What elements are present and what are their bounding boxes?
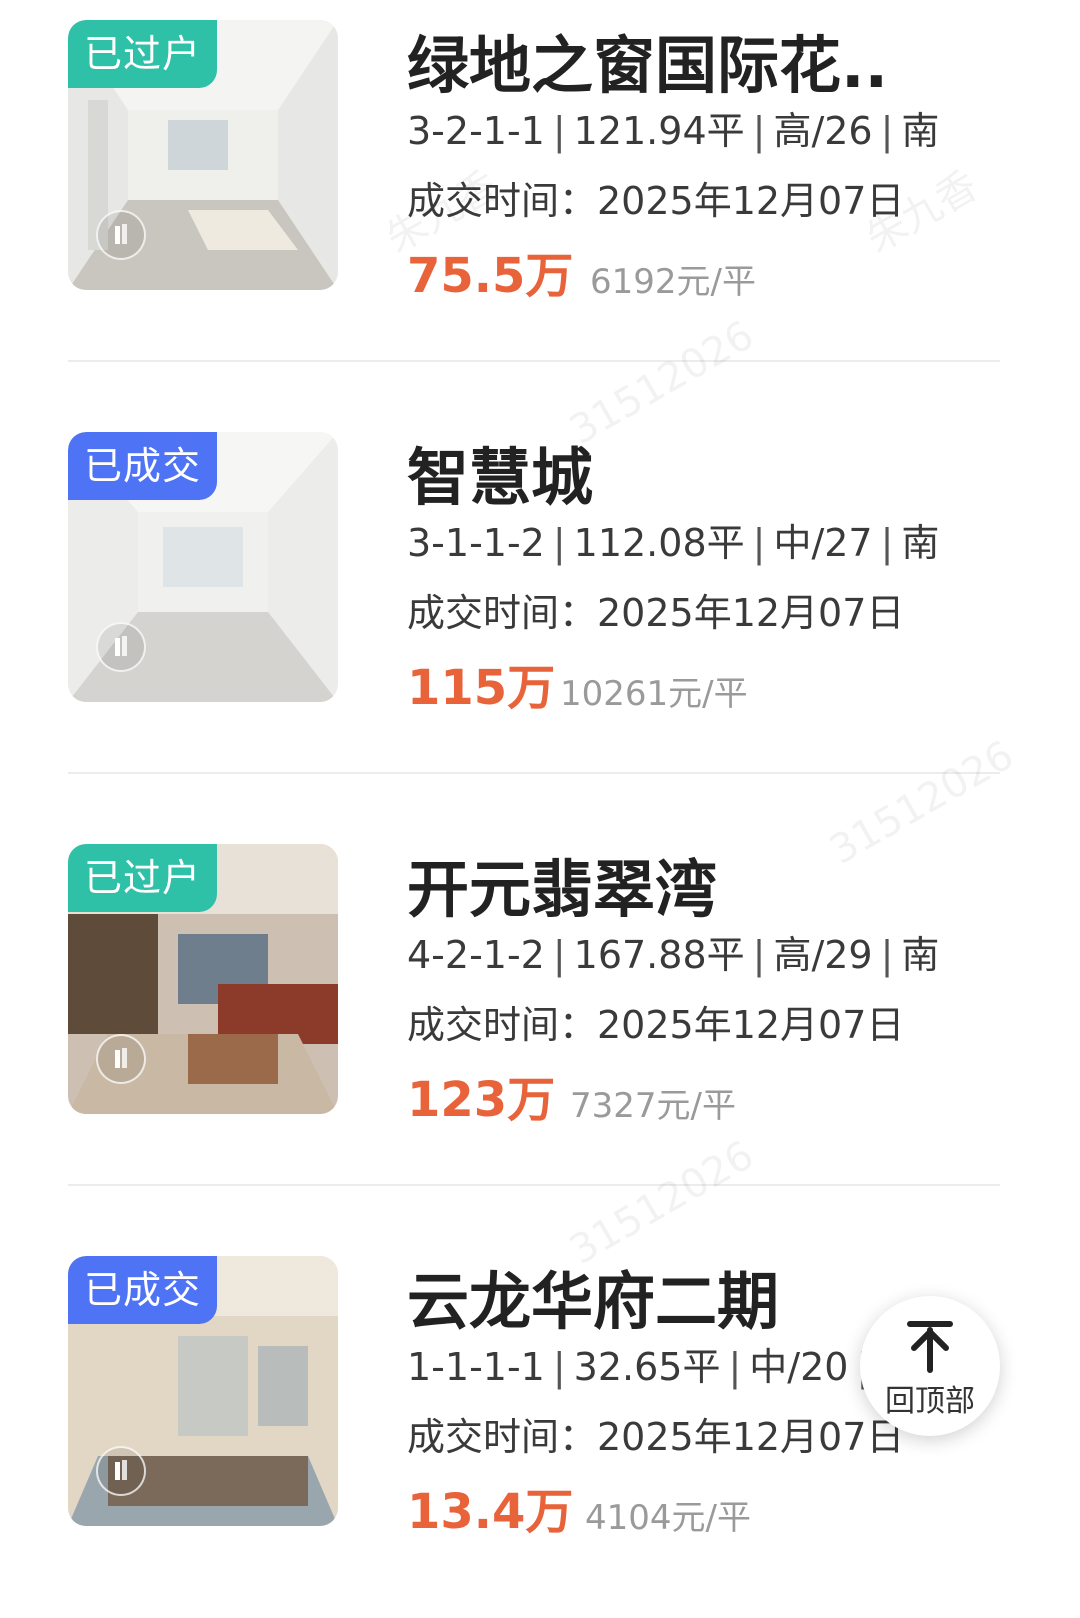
status-badge: 已过户 [68,844,218,912]
status-badge: 已成交 [68,1256,218,1324]
listing-item[interactable]: 已过户 绿地之窗国际花.. 3-2-1-1 | 121.94平 | 高/26 | 南 成交时… [0,20,1080,382]
listing-item[interactable]: 已成交 智慧城 3-1-1-2 | 112.08平 | 中/27 | 南 成交时间：2025… [0,432,1080,794]
separator: | [728,1345,742,1389]
orientation: 南 [901,933,940,977]
listing-photo[interactable]: 已过户 [68,844,338,1114]
total-price: 123万 [407,1072,556,1128]
area: 167.88平 [573,933,745,977]
separator: | [752,109,766,153]
listing-specs: 3-2-1-1 | 121.94平 | 高/26 | 南 [407,108,939,154]
separator: | [880,933,894,977]
orientation: 南 [901,521,940,565]
separator: | [752,521,766,565]
separator: | [552,933,566,977]
arrow-up-icon [907,1321,953,1373]
area: 121.94平 [573,109,745,153]
separator: | [552,1345,566,1389]
separator: | [552,521,566,565]
separator: | [880,109,894,153]
community-name[interactable]: 开元翡翠湾 [407,854,717,926]
unit-price: 10261元/平 [560,674,748,714]
listing-item[interactable]: 已过户 开元翡翠湾 4-2-1-2 | 167.88平 | 高/29 | 南 成交时间：20… [0,844,1080,1206]
unit-price: 6192元/平 [590,262,756,302]
listing-specs: 1-1-1-1|32.65平|中/20| [407,1344,877,1390]
total-price: 75.5万 [407,248,574,304]
divider [68,360,1000,362]
vr-icon[interactable] [96,210,146,260]
listing-specs: 4-2-1-2 | 167.88平 | 高/29 | 南 [407,932,939,978]
room-layout: 3-2-1-1 [407,109,545,153]
total-price: 115万 [407,660,556,716]
floor: 中/20 [749,1345,849,1389]
deal-time: 成交时间：2025年12月07日 [407,591,905,635]
floor: 高/26 [773,109,873,153]
room-layout: 3-1-1-2 [407,521,545,565]
back-to-top-button[interactable]: 回顶部 [860,1296,1000,1436]
deal-time: 成交时间：2025年12月07日 [407,179,905,223]
listing-photo[interactable]: 已成交 [68,1256,338,1526]
vr-icon[interactable] [96,1034,146,1084]
community-name[interactable]: 绿地之窗国际花.. [407,30,888,102]
area: 32.65平 [573,1345,721,1389]
orientation: 南 [901,109,940,153]
separator: | [552,109,566,153]
status-badge: 已过户 [68,20,218,88]
status-badge: 已成交 [68,432,218,500]
floor: 高/29 [773,933,873,977]
area: 112.08平 [573,521,745,565]
floor: 中/27 [773,521,873,565]
back-to-top-label: 回顶部 [885,1384,975,1419]
vr-icon[interactable] [96,1446,146,1496]
separator: | [752,933,766,977]
listing-photo[interactable]: 已过户 [68,20,338,290]
room-layout: 1-1-1-1 [407,1345,545,1389]
vr-icon[interactable] [96,622,146,672]
total-price: 13.4万 [407,1484,574,1540]
listing-specs: 3-1-1-2 | 112.08平 | 中/27 | 南 [407,520,939,566]
room-layout: 4-2-1-2 [407,933,545,977]
deal-time: 成交时间：2025年12月07日 [407,1415,905,1459]
divider [68,1184,1000,1186]
deal-time: 成交时间：2025年12月07日 [407,1003,905,1047]
unit-price: 4104元/平 [585,1498,751,1538]
unit-price: 7327元/平 [570,1086,736,1126]
separator: | [880,521,894,565]
community-name[interactable]: 云龙华府二期 [407,1266,779,1338]
community-name[interactable]: 智慧城 [407,442,593,514]
listing-photo[interactable]: 已成交 [68,432,338,702]
divider [68,772,1000,774]
